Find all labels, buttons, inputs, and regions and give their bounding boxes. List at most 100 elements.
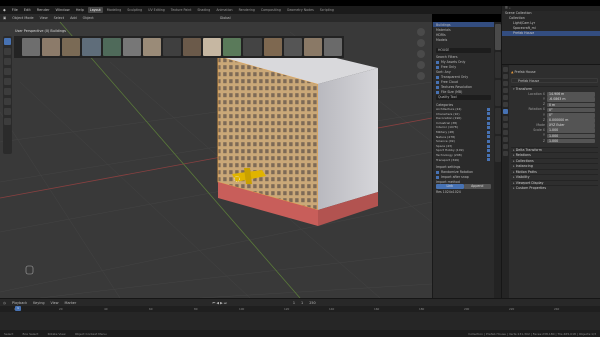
asset-thumbnail[interactable] — [142, 38, 161, 56]
menu-view[interactable]: View — [37, 16, 51, 20]
outliner-row[interactable]: Prefab House — [502, 31, 600, 36]
particles-icon[interactable] — [503, 123, 508, 128]
3d-viewport[interactable] — [0, 22, 432, 298]
pan-hand-icon[interactable] — [417, 50, 425, 58]
field-value[interactable]: 0° — [547, 107, 595, 113]
category-checkbox[interactable] — [487, 149, 490, 153]
perspective-toggle-icon[interactable] — [417, 72, 425, 80]
scene-properties-icon[interactable] — [503, 95, 508, 100]
library-item[interactable]: Models — [433, 37, 494, 42]
physics-icon[interactable] — [503, 130, 508, 135]
tab-shading[interactable]: Shading — [195, 7, 212, 13]
cursor-tool-icon[interactable] — [4, 48, 11, 55]
data-properties-icon[interactable] — [503, 144, 508, 149]
transform-tool-icon[interactable] — [4, 88, 11, 95]
editor-type-icon[interactable]: ▣ — [0, 16, 9, 20]
category-checkbox[interactable] — [487, 153, 490, 157]
tab-layout[interactable]: Layout — [87, 7, 103, 13]
playhead[interactable]: 1 — [15, 306, 21, 311]
tab-modeling[interactable]: Modeling — [105, 7, 124, 13]
mode-selector[interactable]: Object Mode — [9, 16, 36, 20]
category-checkbox[interactable] — [487, 130, 490, 134]
asset-thumbnail[interactable] — [303, 38, 322, 56]
tab-sculpting[interactable]: Sculpting — [125, 7, 144, 13]
zoom-icon[interactable] — [417, 39, 425, 47]
view-layer-icon[interactable] — [503, 88, 508, 93]
field-value[interactable]: 0.000000 m — [547, 118, 595, 123]
tab-view[interactable] — [494, 108, 501, 134]
append-button[interactable]: Append — [463, 184, 491, 190]
tool-properties-icon[interactable] — [503, 67, 508, 72]
tab-rendering[interactable]: Rendering — [237, 7, 257, 13]
field-value[interactable]: 1.000 — [547, 128, 595, 134]
blender-logo-icon[interactable]: ◆ — [0, 6, 9, 14]
asset-thumbnail[interactable] — [323, 38, 342, 56]
sort-dropdown[interactable]: Any — [445, 70, 451, 74]
menu-file[interactable]: File — [9, 6, 21, 14]
start-frame-field[interactable]: 1 — [298, 301, 306, 305]
properties-section-header[interactable]: Custom Properties — [511, 185, 598, 191]
menu-edit[interactable]: Edit — [21, 6, 34, 14]
world-properties-icon[interactable] — [503, 102, 508, 107]
menu-select[interactable]: Select — [51, 16, 67, 20]
frame-ruler[interactable]: 020406080100120140160180200220240 — [0, 306, 600, 312]
tab-tool[interactable] — [494, 80, 501, 106]
field-value[interactable]: 1.000 — [547, 133, 595, 139]
asset-thumbnail[interactable] — [22, 38, 41, 56]
annotate-tool-icon[interactable] — [4, 98, 11, 105]
select-box-tool-icon[interactable] — [4, 38, 11, 45]
category-checkbox[interactable] — [487, 121, 490, 125]
asset-thumbnail[interactable] — [283, 38, 302, 56]
tab-create[interactable] — [494, 136, 501, 162]
modifier-properties-icon[interactable] — [503, 116, 508, 121]
field-value[interactable]: 0° — [547, 112, 595, 118]
field-value[interactable]: 0 m — [547, 102, 595, 108]
menu-object[interactable]: Object — [80, 16, 97, 20]
asset-thumbnail[interactable] — [243, 38, 262, 56]
asset-thumbnail[interactable] — [122, 38, 141, 56]
asset-thumbnail[interactable] — [263, 38, 282, 56]
measure-tool-icon[interactable] — [4, 108, 11, 115]
object-name-input[interactable]: Prefab House — [518, 79, 539, 83]
rotate-tool-icon[interactable] — [4, 68, 11, 75]
menu-help[interactable]: Help — [73, 6, 87, 14]
tab-compositing[interactable]: Compositing — [259, 7, 283, 13]
category-checkbox[interactable] — [487, 144, 490, 148]
object-name-field[interactable]: Prefab House — [514, 70, 535, 75]
link-button[interactable]: Link — [436, 184, 464, 190]
constraints-icon[interactable] — [503, 137, 508, 142]
tab-geometry-nodes[interactable]: Geometry Nodes — [285, 7, 316, 13]
orbit-gizmo-icon[interactable] — [417, 28, 425, 36]
asset-thumbnail[interactable] — [42, 38, 61, 56]
material-properties-icon[interactable] — [503, 151, 508, 156]
tab-animation[interactable]: Animation — [214, 7, 234, 13]
asset-thumbnail[interactable] — [82, 38, 101, 56]
render-properties-icon[interactable] — [503, 74, 508, 79]
asset-thumbnail[interactable] — [102, 38, 121, 56]
menu-keying[interactable]: Keying — [30, 301, 47, 305]
current-frame-field[interactable]: 1 — [290, 301, 298, 305]
end-frame-field[interactable]: 250 — [306, 301, 318, 305]
category-checkbox[interactable] — [487, 158, 490, 162]
resolution-dropdown[interactable]: 1024x1024 — [443, 190, 461, 194]
field-value[interactable]: 1.000 — [547, 138, 595, 144]
asset-thumbnail[interactable] — [223, 38, 242, 56]
asset-thumbnail[interactable] — [183, 38, 202, 56]
menu-playback[interactable]: Playback — [9, 301, 30, 305]
field-value[interactable]: -6.0863 m — [547, 97, 595, 102]
field-value[interactable]: 14.906 m — [547, 92, 595, 97]
quality-tool-dropdown[interactable]: Quality Tool — [436, 95, 491, 100]
playback-controls-icon[interactable]: ⏮ ◀ ▶ ⏭ — [209, 301, 230, 305]
menu-render[interactable]: Render — [34, 6, 53, 14]
category-checkbox[interactable] — [487, 126, 490, 130]
category-checkbox[interactable] — [487, 107, 490, 111]
timeline-area[interactable]: 020406080100120140160180200220240 1 — [0, 306, 600, 330]
category-checkbox[interactable] — [487, 135, 490, 139]
category-checkbox[interactable] — [487, 112, 490, 116]
asset-search-input[interactable]: HOUSE — [436, 48, 491, 53]
output-properties-icon[interactable] — [503, 81, 508, 86]
object-properties-icon[interactable] — [503, 109, 508, 114]
category-checkbox[interactable] — [487, 139, 490, 143]
scale-tool-icon[interactable] — [4, 78, 11, 85]
camera-view-icon[interactable] — [417, 61, 425, 69]
